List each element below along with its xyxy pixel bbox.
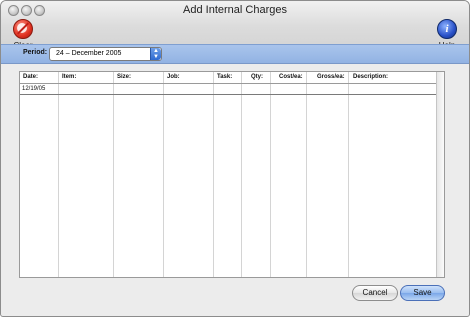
- header-description[interactable]: Description:: [353, 74, 388, 80]
- period-label: Period:: [23, 49, 48, 56]
- updown-arrows-icon: ▲ ▼: [150, 48, 161, 60]
- vertical-scrollbar[interactable]: [436, 72, 444, 277]
- header-qty[interactable]: Qty:: [251, 74, 263, 80]
- save-button[interactable]: Save: [400, 285, 445, 301]
- table-row[interactable]: 12/19/05: [20, 84, 444, 95]
- header-item[interactable]: Item:: [62, 74, 76, 80]
- period-select[interactable]: 24 – December 2005 ▲ ▼: [49, 47, 162, 61]
- period-value: 24 – December 2005: [56, 50, 122, 57]
- header-size[interactable]: Size:: [117, 74, 131, 80]
- charges-table[interactable]: Date: Item: Size: Job: Task: Qty: Cost/e…: [19, 71, 445, 278]
- cancel-button[interactable]: Cancel: [352, 285, 398, 301]
- period-bar: Period: 24 – December 2005 ▲ ▼: [1, 44, 469, 64]
- clear-icon: [13, 19, 33, 39]
- header-job[interactable]: Job:: [167, 74, 180, 80]
- column-task: [214, 72, 242, 277]
- row-date-cell[interactable]: 12/19/05: [20, 84, 45, 94]
- window: Add Internal Charges Clear i Help Period…: [0, 0, 470, 317]
- column-date: [20, 72, 59, 277]
- header-date[interactable]: Date:: [23, 74, 38, 80]
- column-cost: [271, 72, 307, 277]
- column-size: [114, 72, 164, 277]
- help-icon: i: [437, 19, 457, 39]
- column-item: [59, 72, 114, 277]
- header-gross[interactable]: Gross/ea:: [317, 74, 345, 80]
- window-title: Add Internal Charges: [183, 4, 287, 16]
- header-task[interactable]: Task:: [217, 74, 232, 80]
- column-gross: [307, 72, 349, 277]
- column-qty: [242, 72, 271, 277]
- column-job: [164, 72, 214, 277]
- header-cost[interactable]: Cost/ea:: [279, 74, 303, 80]
